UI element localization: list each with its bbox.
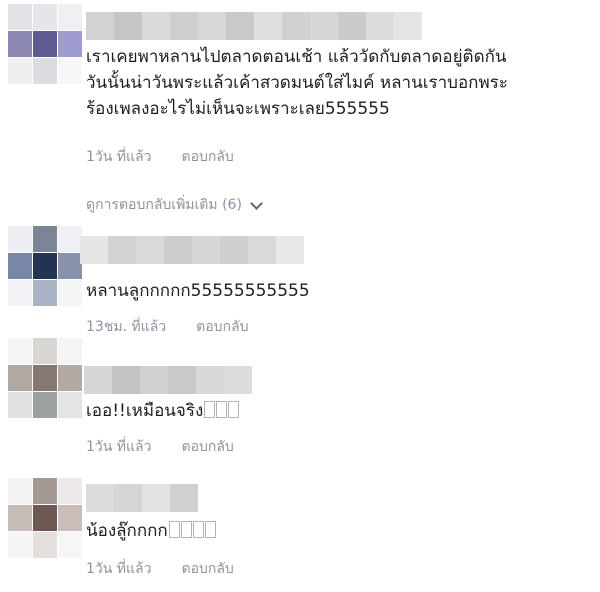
comment-line: เออ!!เหมือนจริง xyxy=(86,401,204,421)
avatar-blurred[interactable] xyxy=(8,478,82,558)
comment-line: วันนั้นน่าวันพระแล้วเค้าสวดมนต์ใส่ไมค์ ห… xyxy=(86,73,508,93)
comment-meta: 13ชม. ที่แล้ว ตอบกลับ xyxy=(86,316,248,338)
reply-link[interactable]: ตอบกลับ xyxy=(196,316,248,338)
missing-glyph-icon xyxy=(228,401,240,418)
view-more-replies-label: ดูการตอบกลับเพิ่มเติม (6) xyxy=(86,197,242,213)
comment-meta: 1วัน ที่แล้ว ตอบกลับ xyxy=(86,146,234,168)
author-name-blurred[interactable] xyxy=(86,484,198,512)
comment-meta: 1วัน ที่แล้ว ตอบกลับ xyxy=(86,558,234,580)
timestamp[interactable]: 1วัน ที่แล้ว xyxy=(86,146,151,168)
author-name-blurred[interactable] xyxy=(86,12,422,40)
comment-text: หลานลูกกกกก55555555555 xyxy=(86,278,310,304)
comment-text: เราเคยพาหลานไปตลาดตอนเช้า แล้ววัดกับตลาด… xyxy=(86,44,508,122)
chevron-down-icon xyxy=(250,196,263,210)
missing-glyph-icon xyxy=(192,521,204,538)
avatar-blurred[interactable] xyxy=(8,4,82,84)
avatar-blurred[interactable] xyxy=(8,338,82,418)
timestamp[interactable]: 1วัน ที่แล้ว xyxy=(86,436,151,458)
view-more-replies-link[interactable]: ดูการตอบกลับเพิ่มเติม (6) xyxy=(86,194,263,216)
missing-glyph-icon xyxy=(216,401,228,418)
comment-meta: 1วัน ที่แล้ว ตอบกลับ xyxy=(86,436,234,458)
timestamp[interactable]: 13ชม. ที่แล้ว xyxy=(86,316,166,338)
reply-link[interactable]: ตอบกลับ xyxy=(181,436,233,458)
comment-line: น้องลู๊กกกก xyxy=(86,521,168,541)
author-name-blurred[interactable] xyxy=(80,236,304,264)
reply-link[interactable]: ตอบกลับ xyxy=(181,558,233,580)
comment-line: เราเคยพาหลานไปตลาดตอนเช้า แล้ววัดกับตลาด… xyxy=(86,47,507,67)
missing-glyph-icon xyxy=(204,401,216,418)
timestamp[interactable]: 1วัน ที่แล้ว xyxy=(86,558,151,580)
reply-link[interactable]: ตอบกลับ xyxy=(181,146,233,168)
author-name-blurred[interactable] xyxy=(84,366,252,394)
comment-text: เออ!!เหมือนจริง xyxy=(86,398,240,424)
missing-glyph-icon xyxy=(204,521,216,538)
missing-glyph-icon xyxy=(180,521,192,538)
comment-line: ร้องเพลงอะไรไม่เห็นจะเพราะเลย555555 xyxy=(86,99,390,119)
comment-text: น้องลู๊กกกก xyxy=(86,518,216,544)
missing-glyph-icon xyxy=(168,521,180,538)
avatar-blurred[interactable] xyxy=(8,226,82,306)
comment-line: หลานลูกกกกก55555555555 xyxy=(86,281,310,301)
